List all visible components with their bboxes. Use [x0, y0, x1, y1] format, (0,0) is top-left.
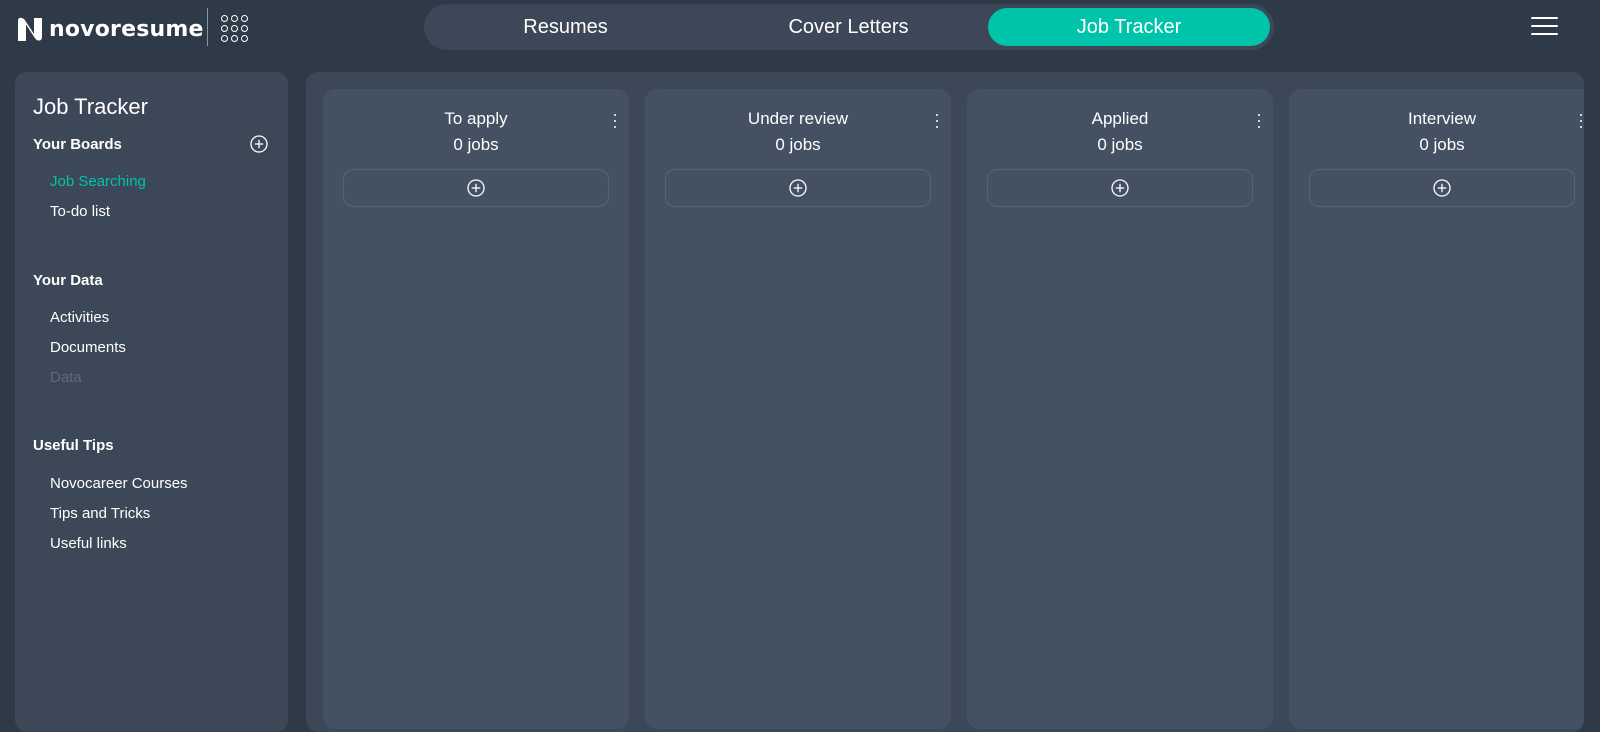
sidebar-item-to-do-list[interactable]: To-do list: [50, 203, 110, 220]
column-job-count: 0 jobs: [1419, 135, 1465, 154]
add-job-button[interactable]: [1309, 169, 1575, 207]
useful-tips-heading: Useful Tips: [33, 437, 114, 454]
logo-mark-icon: [18, 17, 42, 41]
plus-circle-icon: [789, 179, 807, 197]
column-title: Applied: [1091, 109, 1149, 128]
column-job-count: 0 jobs: [775, 135, 821, 154]
sidebar-item-activities[interactable]: Activities: [50, 309, 109, 326]
tab-cover-letters[interactable]: Cover Letters: [707, 8, 990, 46]
top-bar: novoresume Resumes Cover Letters Job Tra…: [0, 0, 1600, 56]
sidebar-item-job-searching[interactable]: Job Searching: [50, 173, 146, 190]
sidebar-item-novocareer-courses[interactable]: Novocareer Courses: [50, 475, 188, 492]
tab-resumes[interactable]: Resumes: [424, 8, 707, 46]
logo-divider: [207, 8, 208, 46]
your-boards-heading: Your Boards: [33, 136, 122, 153]
board-column-under-review: Under review 0 jobs: [645, 89, 951, 729]
add-board-icon[interactable]: [250, 135, 268, 153]
board-column-applied: Applied 0 jobs: [967, 89, 1273, 729]
your-data-heading: Your Data: [33, 272, 103, 289]
board-column-to-apply: To apply 0 jobs: [323, 89, 629, 729]
plus-circle-icon: [1433, 179, 1451, 197]
plus-circle-icon: [1111, 179, 1129, 197]
column-job-count: 0 jobs: [453, 135, 499, 154]
board-column-interview: Interview 0 jobs: [1289, 89, 1584, 729]
add-job-button[interactable]: [987, 169, 1253, 207]
sidebar-item-useful-links[interactable]: Useful links: [50, 535, 127, 552]
sidebar-item-data: Data: [50, 369, 82, 386]
more-vertical-icon[interactable]: [1255, 111, 1263, 131]
column-title: Under review: [747, 109, 849, 128]
add-job-button[interactable]: [343, 169, 609, 207]
sidebar: Job Tracker Your Boards Job Searching To…: [15, 72, 288, 732]
product-tabs: Resumes Cover Letters Job Tracker: [424, 4, 1274, 50]
column-job-count: 0 jobs: [1097, 135, 1143, 154]
apps-grid-icon[interactable]: [219, 13, 249, 43]
brand-name: novoresume: [49, 16, 204, 42]
column-title: To apply: [444, 109, 508, 128]
sidebar-title: Job Tracker: [33, 94, 148, 119]
more-vertical-icon[interactable]: [933, 111, 941, 131]
plus-circle-icon: [467, 179, 485, 197]
novoresume-logo[interactable]: novoresume: [15, 14, 204, 44]
sidebar-item-tips-and-tricks[interactable]: Tips and Tricks: [50, 505, 150, 522]
hamburger-menu-icon[interactable]: [1531, 15, 1558, 37]
add-job-button[interactable]: [665, 169, 931, 207]
sidebar-item-documents[interactable]: Documents: [50, 339, 126, 356]
column-title: Interview: [1407, 109, 1477, 128]
more-vertical-icon[interactable]: [611, 111, 619, 131]
tab-job-tracker[interactable]: Job Tracker: [988, 8, 1270, 46]
job-board: To apply 0 jobs Under review 0 jobs Appl…: [306, 72, 1584, 732]
more-vertical-icon[interactable]: [1577, 111, 1584, 131]
